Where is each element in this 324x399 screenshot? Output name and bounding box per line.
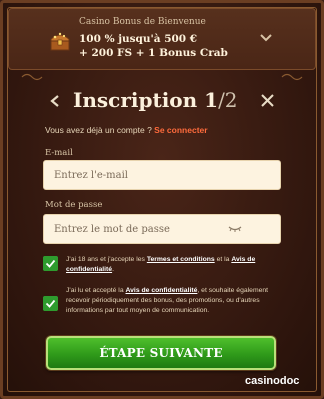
password-label: Mot de passe	[45, 200, 103, 210]
terms-checkbox[interactable]	[43, 256, 58, 271]
bonus-offer-line1: 100 % jusqu'à 500 €	[79, 33, 198, 45]
bonus-subtitle: Casino Bonus de Bienvenue	[79, 17, 206, 27]
login-link[interactable]: Se connecter	[154, 125, 207, 135]
email-label: E-mail	[45, 148, 73, 158]
email-field[interactable]	[43, 160, 281, 190]
registration-header: Inscription 1/2	[33, 84, 291, 118]
title-text: Inscription	[73, 88, 198, 112]
marketing-privacy-link[interactable]: Avis de confidentialité	[126, 287, 198, 294]
terms-consent-text: J'ai 18 ans et j'accepte les Termes et c…	[66, 255, 286, 275]
chevron-down-icon[interactable]	[259, 33, 273, 43]
step-current: 1	[204, 88, 219, 112]
back-arrow-icon[interactable]	[49, 94, 61, 108]
close-icon[interactable]	[260, 93, 275, 108]
eye-closed-icon[interactable]	[228, 225, 242, 233]
treasure-chest-icon	[50, 32, 70, 51]
login-prompt-text: Vous avez déjà un compte ?	[45, 125, 152, 135]
casinodoc-watermark: casinodoc	[245, 375, 300, 387]
marketing-prefix: J'ai lu et accepté la	[66, 287, 124, 294]
page-title: Inscription 1/2	[73, 88, 238, 112]
ornament-right-icon	[281, 73, 303, 81]
terms-and: et la	[216, 256, 230, 263]
terms-link[interactable]: Termes et conditions	[147, 256, 215, 263]
ornament-left-icon	[21, 73, 43, 81]
bonus-text: Casino Bonus de Bienvenue 100 % jusqu'à …	[79, 17, 228, 60]
marketing-consent-text: J'ai lu et accepté la Avis de confidenti…	[66, 286, 286, 316]
terms-prefix: J'ai 18 ans et j'accepte les	[66, 256, 145, 263]
marketing-checkbox[interactable]	[43, 296, 58, 311]
welcome-bonus-banner[interactable]: Casino Bonus de Bienvenue 100 % jusqu'à …	[8, 8, 316, 70]
password-field[interactable]	[43, 214, 281, 244]
bonus-offer-line2: + 200 FS + 1 Bonus Crab	[79, 47, 228, 59]
next-step-button[interactable]: ÉTAPE SUIVANTE	[46, 336, 276, 370]
step-total: /2	[218, 88, 238, 112]
login-prompt: Vous avez déjà un compte ? Se connecter	[45, 125, 208, 135]
terms-end: .	[112, 266, 114, 273]
